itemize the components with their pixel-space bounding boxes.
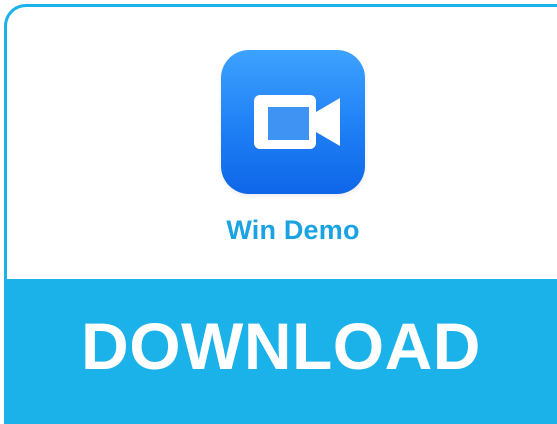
- app-name: Win Demo: [226, 215, 360, 245]
- download-label: DOWNLOAD: [81, 309, 481, 383]
- video-camera-icon: [221, 50, 365, 194]
- download-card[interactable]: Win Demo DOWNLOAD: [4, 4, 557, 424]
